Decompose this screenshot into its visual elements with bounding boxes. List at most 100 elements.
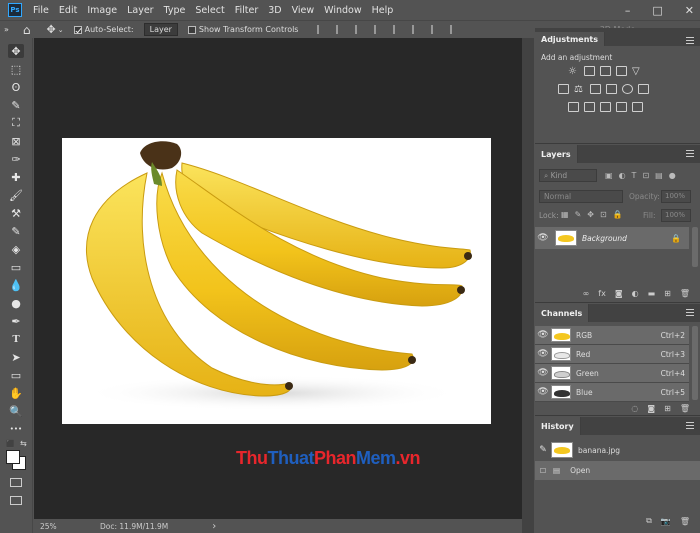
history-brush-source-icon[interactable]: ✎ bbox=[535, 445, 551, 455]
hue-saturation-icon[interactable] bbox=[558, 84, 569, 94]
more-tools-icon[interactable]: ••• bbox=[8, 422, 24, 436]
menu-window[interactable]: Window bbox=[319, 5, 366, 16]
align-center-icon[interactable] bbox=[336, 25, 345, 34]
collapse-toolbar-icon[interactable]: » bbox=[4, 25, 9, 34]
photoshop-logo[interactable]: Ps bbox=[8, 3, 22, 17]
menu-select[interactable]: Select bbox=[190, 5, 229, 16]
layers-scrollbar[interactable] bbox=[692, 227, 698, 267]
posterize-icon[interactable] bbox=[584, 102, 595, 112]
pen-tool-icon[interactable]: ✒ bbox=[8, 314, 24, 328]
clone-stamp-tool-icon[interactable]: ⚒ bbox=[8, 206, 24, 220]
path-select-tool-icon[interactable]: ➤ bbox=[8, 350, 24, 364]
filter-type-icon[interactable]: T bbox=[632, 171, 637, 181]
channels-scrollbar[interactable] bbox=[692, 326, 698, 400]
align-bottom-icon[interactable] bbox=[412, 25, 421, 34]
status-menu-arrow[interactable]: › bbox=[212, 521, 216, 532]
type-tool-icon[interactable]: T bbox=[8, 332, 24, 346]
zoom-tool-icon[interactable]: 🔍 bbox=[8, 404, 24, 418]
adjustments-menu-icon[interactable] bbox=[686, 37, 694, 44]
gradient-map-icon[interactable] bbox=[616, 102, 627, 112]
minimize-button[interactable]: – bbox=[625, 4, 631, 17]
history-menu-icon[interactable] bbox=[686, 422, 694, 429]
brightness-icon[interactable]: ☼ bbox=[568, 66, 579, 77]
close-button[interactable]: ✕ bbox=[685, 4, 694, 17]
menu-type[interactable]: Type bbox=[159, 5, 191, 16]
home-icon[interactable]: ⌂ bbox=[23, 23, 31, 37]
opacity-field[interactable]: 100% bbox=[661, 190, 691, 203]
new-channel-icon[interactable]: ⊞ bbox=[664, 404, 671, 413]
lock-all-icon[interactable]: 🔒 bbox=[613, 210, 623, 219]
blur-tool-icon[interactable]: 💧 bbox=[8, 278, 24, 292]
menu-view[interactable]: View bbox=[287, 5, 320, 16]
move-tool-icon[interactable]: ✥ bbox=[8, 44, 24, 58]
quick-mask-icon[interactable] bbox=[10, 478, 22, 487]
blend-mode-dropdown[interactable]: Normal bbox=[539, 190, 623, 203]
visibility-eye-icon[interactable]: 👁 bbox=[535, 330, 551, 340]
show-transform-checkbox[interactable]: Show Transform Controls bbox=[187, 25, 298, 34]
dodge-tool-icon[interactable]: ● bbox=[8, 296, 24, 310]
eyedropper-tool-icon[interactable]: ✑ bbox=[8, 152, 24, 166]
visibility-eye-icon[interactable]: 👁 bbox=[535, 387, 551, 397]
screen-mode-icon[interactable] bbox=[10, 496, 22, 505]
move-tool-icon[interactable]: ✥ bbox=[47, 23, 56, 36]
vibrance-icon[interactable]: ▽ bbox=[632, 66, 643, 77]
history-snapshot[interactable]: ✎ banana.jpg bbox=[535, 439, 700, 461]
filter-toggle-icon[interactable]: ● bbox=[669, 171, 676, 181]
channel-row-green[interactable]: 👁 Green Ctrl+4 bbox=[535, 364, 689, 383]
filter-adjustment-icon[interactable]: ◐ bbox=[619, 171, 626, 181]
delete-channel-icon[interactable]: 🗑 bbox=[680, 404, 690, 413]
marquee-tool-icon[interactable]: ⬚ bbox=[8, 62, 24, 76]
visibility-eye-icon[interactable]: 👁 bbox=[535, 368, 551, 378]
visibility-eye-icon[interactable]: 👁 bbox=[535, 349, 551, 359]
channel-row-red[interactable]: 👁 Red Ctrl+3 bbox=[535, 345, 689, 364]
load-selection-icon[interactable]: ◌ bbox=[631, 404, 638, 413]
color-lookup-icon[interactable] bbox=[638, 84, 649, 94]
link-layers-icon[interactable]: ∞ bbox=[583, 289, 590, 298]
image-canvas[interactable] bbox=[62, 138, 491, 424]
crop-tool-icon[interactable]: ⛶ bbox=[8, 116, 24, 130]
align-left-icon[interactable] bbox=[317, 25, 326, 34]
align-right-icon[interactable] bbox=[355, 25, 364, 34]
invert-icon[interactable] bbox=[568, 102, 579, 112]
filter-shape-icon[interactable]: ⊡ bbox=[642, 171, 649, 181]
auto-select-checkbox[interactable]: Auto-Select: bbox=[73, 25, 134, 34]
menu-file[interactable]: File bbox=[28, 5, 54, 16]
zoom-level[interactable]: 25% bbox=[40, 522, 90, 531]
fill-field[interactable]: 100% bbox=[661, 209, 691, 222]
frame-tool-icon[interactable]: ⊠ bbox=[8, 134, 24, 148]
menu-edit[interactable]: Edit bbox=[54, 5, 82, 16]
menu-help[interactable]: Help bbox=[367, 5, 399, 16]
delete-state-icon[interactable]: 🗑 bbox=[680, 517, 690, 526]
align-middle-icon[interactable] bbox=[393, 25, 402, 34]
auto-select-target-dropdown[interactable]: Layer bbox=[143, 23, 178, 36]
channels-menu-icon[interactable] bbox=[686, 309, 694, 316]
layer-style-icon[interactable]: fx bbox=[598, 289, 606, 298]
threshold-icon[interactable] bbox=[600, 102, 611, 112]
lock-image-icon[interactable]: ✎ bbox=[575, 210, 582, 219]
history-brush-tool-icon[interactable]: ✎ bbox=[8, 224, 24, 238]
exposure-icon[interactable] bbox=[616, 66, 627, 76]
menu-image[interactable]: Image bbox=[82, 5, 122, 16]
tab-adjustments[interactable]: Adjustments bbox=[535, 32, 605, 46]
tab-layers[interactable]: Layers bbox=[535, 145, 578, 163]
channel-row-rgb[interactable]: 👁 RGB Ctrl+2 bbox=[535, 326, 689, 345]
visibility-eye-icon[interactable]: 👁 bbox=[535, 233, 551, 243]
new-group-icon[interactable]: ▬ bbox=[648, 289, 656, 298]
layer-row-background[interactable]: 👁 Background 🔒 bbox=[535, 227, 689, 249]
maximize-button[interactable]: □ bbox=[652, 4, 662, 17]
new-layer-icon[interactable]: ⊞ bbox=[664, 289, 671, 298]
color-balance-icon[interactable]: ⚖ bbox=[574, 84, 585, 95]
reset-colors-icon[interactable]: ⬛ bbox=[6, 440, 15, 448]
filter-pixel-icon[interactable]: ▣ bbox=[605, 171, 613, 181]
tab-history[interactable]: History bbox=[535, 417, 581, 435]
add-mask-icon[interactable]: ◙ bbox=[615, 289, 623, 298]
lock-position-icon[interactable]: ✥ bbox=[587, 210, 594, 219]
delete-layer-icon[interactable]: 🗑 bbox=[680, 289, 690, 298]
lasso-tool-icon[interactable]: ʘ bbox=[8, 80, 24, 94]
layer-filter-dropdown[interactable]: ⌕ Kind bbox=[539, 169, 597, 182]
eraser-tool-icon[interactable]: ◈ bbox=[8, 242, 24, 256]
filter-smart-icon[interactable]: ▤ bbox=[655, 171, 663, 181]
align-top-icon[interactable] bbox=[374, 25, 383, 34]
menu-filter[interactable]: Filter bbox=[230, 5, 264, 16]
layers-menu-icon[interactable] bbox=[686, 150, 694, 157]
